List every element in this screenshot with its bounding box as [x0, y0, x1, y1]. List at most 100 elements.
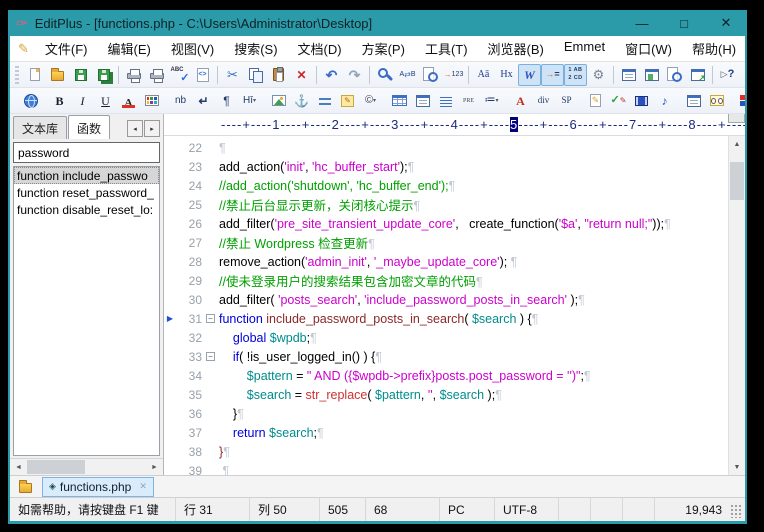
code-line-27[interactable]: 27 //禁止 Wordpress 检查更新¶	[164, 233, 728, 252]
code-line-35[interactable]: 35 $search = str_replace( $pattern, '', …	[164, 385, 728, 404]
sidebar-horizontal-scrollbar[interactable]: ◄ ►	[10, 458, 163, 475]
pre-button[interactable]: PRE	[457, 90, 480, 112]
close-tab-icon[interactable]: ✕	[139, 481, 147, 492]
document-selector-button[interactable]	[617, 64, 640, 86]
toggle-case-button[interactable]: Aā	[472, 64, 495, 86]
document-tab[interactable]: ◈ functions.php ✕	[42, 476, 154, 497]
vertical-scrollbar[interactable]: ▲ ▼	[728, 136, 745, 475]
menu-item-5[interactable]: 文档(D)	[288, 36, 352, 61]
hex-view-button[interactable]: Hx	[495, 64, 518, 86]
paste-button[interactable]	[267, 64, 290, 86]
find-button[interactable]	[373, 64, 396, 86]
print-preview-button[interactable]	[122, 64, 145, 86]
preferences-button[interactable]: ⚙	[587, 64, 610, 86]
code-line-22[interactable]: 22 ¶	[164, 138, 728, 157]
scroll-down-button[interactable]: ▼	[729, 459, 745, 475]
close-button[interactable]: ✕	[705, 10, 747, 36]
menu-item-1[interactable]: 文件(F)	[35, 36, 98, 61]
resize-grip[interactable]	[730, 504, 743, 518]
media-button[interactable]	[630, 90, 653, 112]
print-button[interactable]	[145, 64, 168, 86]
minimize-button[interactable]: —	[621, 10, 663, 36]
note-button[interactable]: ✎	[336, 90, 359, 112]
code-line-37[interactable]: 37 return $search;¶	[164, 423, 728, 442]
image-button[interactable]	[267, 90, 290, 112]
italic-button[interactable]: I	[71, 90, 94, 112]
show-tabs-button[interactable]: → =	[541, 63, 564, 86]
function-list-item[interactable]: function reset_password_	[14, 184, 159, 201]
maximize-button[interactable]: □	[663, 10, 705, 36]
color-picker-button[interactable]	[140, 90, 163, 112]
open-button[interactable]	[46, 64, 69, 86]
code-line-39[interactable]: 39 ¶	[164, 461, 728, 476]
find-in-files-button[interactable]	[419, 64, 442, 86]
table-button[interactable]	[388, 90, 411, 112]
object-picker-button[interactable]	[734, 90, 745, 112]
heading-button[interactable]: Hī ▾	[238, 90, 261, 112]
redo-button[interactable]: ↷	[343, 64, 366, 86]
copy-button[interactable]	[244, 64, 267, 86]
code-line-33[interactable]: 33− if( !is_user_logged_in() ) {¶	[164, 347, 728, 366]
delete-button[interactable]: ✕	[290, 64, 313, 86]
code-line-25[interactable]: 25 //禁止后台显示更新，关闭核心提示¶	[164, 195, 728, 214]
hr-button[interactable]	[313, 90, 336, 112]
scroll-left-button[interactable]: ◄	[10, 459, 27, 475]
justify-button[interactable]	[434, 90, 457, 112]
underline-button[interactable]: U	[94, 90, 117, 112]
list-button[interactable]: ≔ ▾	[480, 90, 503, 112]
form-field-button[interactable]	[682, 90, 705, 112]
line-break-button[interactable]: ↵	[192, 90, 215, 112]
script-button[interactable]: ✓ ✎	[607, 90, 630, 112]
save-all-button[interactable]	[92, 64, 115, 86]
goto-line-button[interactable]: → 123	[442, 64, 465, 86]
code-line-32[interactable]: 32 global $wpdb;¶	[164, 328, 728, 347]
tab-functions[interactable]: 函数	[68, 115, 111, 139]
code-line-31[interactable]: ▶ 31− function include_password_posts_in_s…	[164, 309, 728, 328]
cut-button[interactable]: ✂	[221, 64, 244, 86]
sound-button[interactable]: ♪	[653, 90, 676, 112]
word-wrap-button[interactable]: W	[518, 63, 541, 86]
radio-group-button[interactable]	[705, 90, 728, 112]
code-line-24[interactable]: 24 //add_action('shutdown', 'hc_buffer_en…	[164, 176, 728, 195]
div-center-button[interactable]	[411, 90, 434, 112]
font-color-button[interactable]: A	[117, 90, 140, 112]
scrollbar-thumb[interactable]	[730, 162, 744, 200]
div-tag-button[interactable]: div	[532, 90, 555, 112]
nbsp-button[interactable]: nb	[169, 90, 192, 112]
scroll-right-button[interactable]: ►	[146, 459, 163, 475]
fold-toggle[interactable]: −	[202, 352, 219, 361]
menu-item-4[interactable]: 搜索(S)	[224, 36, 287, 61]
bold-button[interactable]: B	[48, 90, 71, 112]
scroll-up-button[interactable]: ▲	[729, 136, 745, 152]
menu-item-2[interactable]: 编辑(E)	[98, 36, 161, 61]
copyright-button[interactable]: © ▾	[359, 90, 382, 112]
split-box[interactable]	[728, 114, 745, 123]
menu-item-8[interactable]: 浏览器(B)	[478, 36, 554, 61]
fold-toggle[interactable]: −	[202, 314, 219, 323]
view-in-browser-button[interactable]: ↗	[686, 64, 709, 86]
save-button[interactable]	[69, 64, 92, 86]
file-manager-button[interactable]	[640, 64, 663, 86]
directory-window-button[interactable]	[14, 477, 36, 496]
file-preview-button[interactable]	[663, 64, 686, 86]
code-line-34[interactable]: 34 $pattern = " AND ({$wpdb->prefix}post…	[164, 366, 728, 385]
spell-check-button[interactable]: ABC ✓	[168, 64, 191, 86]
function-filter-input[interactable]	[13, 142, 160, 163]
menu-item-3[interactable]: 视图(V)	[161, 36, 224, 61]
menu-item-7[interactable]: 工具(T)	[415, 36, 478, 61]
sidebar-scroll-thumb[interactable]	[27, 460, 85, 474]
html-source-button[interactable]: <>	[191, 64, 214, 86]
code-line-29[interactable]: 29 //使未登录用户的搜索结果包含加密文章的代码¶	[164, 271, 728, 290]
code-line-36[interactable]: 36 }¶	[164, 404, 728, 423]
code-line-30[interactable]: 30 add_filter( 'posts_search', 'include_p…	[164, 290, 728, 309]
replace-button[interactable]: A ⇄ B	[396, 64, 419, 86]
span-tag-button[interactable]: SP	[555, 90, 578, 112]
menu-item-9[interactable]: Emmet	[554, 36, 615, 61]
toolbar-grip[interactable]	[15, 65, 19, 84]
code-line-23[interactable]: 23 add_action('init', 'hc_buffer_start');…	[164, 157, 728, 176]
font-tag-button[interactable]: A	[509, 90, 532, 112]
context-help-button[interactable]: ▷?	[716, 64, 739, 86]
scrollbar-track[interactable]	[729, 152, 745, 459]
undo-button[interactable]: ↶	[320, 64, 343, 86]
menu-item-11[interactable]: 帮助(H)	[682, 36, 745, 61]
